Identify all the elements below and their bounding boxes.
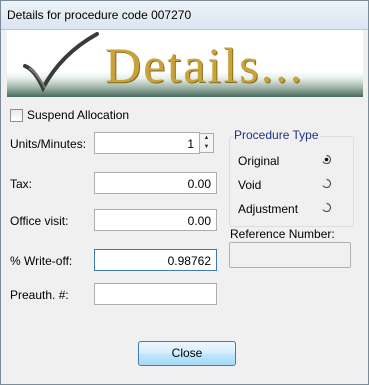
tax-field[interactable]: 0.00: [94, 172, 217, 194]
radio-adjustment[interactable]: [321, 202, 332, 213]
write-off-field[interactable]: 0.98762: [94, 249, 217, 271]
suspend-allocation-label: Suspend Allocation: [27, 108, 130, 122]
preauth-field[interactable]: [94, 283, 217, 305]
checkmark-icon: [23, 32, 99, 93]
units-minutes-spinner[interactable]: ▲ ▼: [199, 133, 214, 153]
details-banner: Details...: [7, 30, 363, 97]
radio-original-label[interactable]: Original: [238, 154, 279, 168]
reference-number-label: Reference Number:: [230, 227, 335, 241]
office-visit-label: Office visit:: [10, 214, 69, 228]
procedure-type-title: Procedure Type: [233, 128, 320, 142]
radio-adjustment-label[interactable]: Adjustment: [238, 202, 298, 216]
radio-unselected-icon: [322, 178, 332, 189]
spin-up-icon[interactable]: ▲: [200, 134, 213, 143]
units-minutes-label: Units/Minutes:: [10, 137, 87, 151]
write-off-label: % Write-off:: [10, 254, 73, 268]
office-visit-field[interactable]: 0.00: [94, 209, 217, 231]
preauth-label: Preauth. #:: [10, 288, 69, 302]
radio-void[interactable]: [321, 178, 332, 189]
radio-original[interactable]: [321, 154, 332, 165]
radio-unselected-icon: [322, 202, 332, 213]
banner-heading: Details...: [105, 37, 305, 93]
reference-number-field: [229, 242, 351, 268]
title-bar[interactable]: Details for procedure code 007270: [1, 1, 368, 30]
units-minutes-field[interactable]: 1: [94, 132, 200, 154]
suspend-allocation-checkbox[interactable]: [10, 109, 23, 122]
spin-down-icon[interactable]: ▼: [200, 143, 213, 152]
radio-void-label[interactable]: Void: [238, 178, 261, 192]
close-button[interactable]: Close: [138, 341, 236, 366]
window-title: Details for procedure code 007270: [7, 8, 192, 22]
radio-selected-icon: [322, 154, 332, 165]
tax-label: Tax:: [10, 177, 33, 191]
details-dialog: Details for procedure code 007270 Detail…: [0, 0, 369, 385]
